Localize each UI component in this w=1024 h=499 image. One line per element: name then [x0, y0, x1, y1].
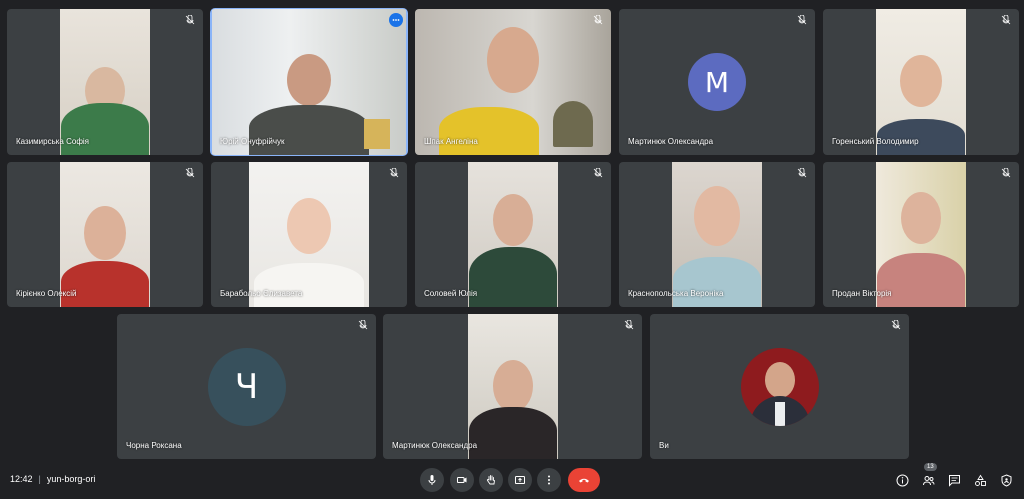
- participant-name: Мартинюк Олександра: [628, 137, 714, 146]
- people-count-badge: 13: [924, 463, 937, 471]
- mic-icon: [428, 475, 436, 485]
- participant-name: Шпак Ангеліна: [424, 137, 478, 146]
- participant-video: [415, 9, 611, 155]
- participant-name: Чорна Роксана: [126, 441, 182, 450]
- end-call-icon: [579, 478, 589, 483]
- participant-name: Кірієнко Олексій: [16, 289, 77, 298]
- chat-button[interactable]: [944, 470, 964, 490]
- participant-tile[interactable]: Барабольо Єлизавета: [211, 162, 407, 307]
- activities-icon: [974, 474, 986, 486]
- participant-tile[interactable]: Ч Чорна Роксана: [117, 314, 376, 459]
- mic-off-icon: [1001, 168, 1011, 178]
- chat-icon: [948, 474, 960, 487]
- participant-tile[interactable]: Казимирська Софія: [7, 9, 203, 155]
- host-controls-button[interactable]: [996, 470, 1016, 490]
- participant-tile[interactable]: Мартинюк Олександра: [383, 314, 642, 459]
- self-avatar: [740, 347, 819, 426]
- people-icon: [922, 475, 934, 485]
- raise-hand-button[interactable]: [479, 468, 503, 492]
- raise-hand-icon: [486, 475, 495, 485]
- mic-off-icon: [797, 168, 807, 178]
- info-icon: [896, 474, 908, 486]
- info-button[interactable]: [892, 470, 912, 490]
- present-button[interactable]: [508, 468, 532, 492]
- participant-video: [876, 9, 966, 155]
- mic-button[interactable]: [420, 468, 444, 492]
- mic-off-icon: [185, 15, 195, 25]
- participant-name: Юрій Онуфрійчук: [220, 137, 285, 146]
- mic-off-icon: [797, 15, 807, 25]
- more-options-button[interactable]: [537, 468, 561, 492]
- mic-off-icon: [593, 168, 603, 178]
- mic-off-icon: [185, 168, 195, 178]
- camera-button[interactable]: [450, 468, 474, 492]
- participant-avatar: Ч: [207, 347, 286, 426]
- participant-tile[interactable]: Ви: [650, 314, 909, 459]
- participant-avatar: M: [688, 53, 746, 111]
- mic-off-icon: [624, 320, 634, 330]
- more-options-icon: [548, 475, 550, 485]
- participant-tile[interactable]: Шпак Ангеліна: [415, 9, 611, 155]
- mic-off-icon: [389, 168, 399, 178]
- participant-video: [468, 162, 558, 307]
- meeting-time: 12:42: [10, 474, 33, 484]
- participant-tile[interactable]: Горенський Володимир: [823, 9, 1019, 155]
- activities-button[interactable]: [970, 470, 990, 490]
- more-options-icon[interactable]: [389, 13, 403, 27]
- participant-name: Ви: [659, 441, 669, 450]
- participant-video: [212, 9, 406, 155]
- host-controls-icon: [1001, 473, 1011, 487]
- participant-name: Казимирська Софія: [16, 137, 90, 146]
- participant-video: [60, 9, 150, 155]
- participant-video: [249, 162, 369, 307]
- end-call-button[interactable]: [568, 468, 600, 492]
- participant-tile[interactable]: Кірієнко Олексій: [7, 162, 203, 307]
- participant-tile[interactable]: Соловей Юлія: [415, 162, 611, 307]
- people-button[interactable]: 13: [918, 463, 938, 490]
- participant-tile[interactable]: Продан Вікторія: [823, 162, 1019, 307]
- participant-name: Мартинюк Олександра: [392, 441, 478, 450]
- participant-video: [672, 162, 762, 307]
- participant-name: Соловей Юлія: [424, 289, 478, 298]
- participant-video: [60, 162, 150, 307]
- meeting-separator: |: [38, 474, 41, 484]
- participant-name: Продан Вікторія: [832, 289, 892, 298]
- participant-name: Барабольо Єлизавета: [220, 289, 303, 298]
- participant-video: [876, 162, 966, 307]
- present-icon: [515, 476, 525, 484]
- participant-name: Краснопольська Вероніка: [628, 289, 724, 298]
- camera-icon: [457, 477, 467, 483]
- meeting-info: 12:42 | yun-borg-ori: [10, 474, 95, 484]
- mic-off-icon: [593, 15, 603, 25]
- bottom-toolbar: 12:42 | yun-borg-ori 13: [0, 462, 1024, 499]
- participant-tile[interactable]: Краснопольська Вероніка: [619, 162, 815, 307]
- participant-video: [467, 314, 558, 459]
- participant-tile[interactable]: Юрій Онуфрійчук: [210, 8, 408, 156]
- mic-off-icon: [1001, 15, 1011, 25]
- mic-off-icon: [358, 320, 368, 330]
- mic-off-icon: [891, 320, 901, 330]
- meeting-code: yun-borg-ori: [46, 474, 96, 484]
- participant-tile[interactable]: M Мартинюк Олександра: [619, 9, 815, 155]
- participant-name: Горенський Володимир: [832, 137, 919, 146]
